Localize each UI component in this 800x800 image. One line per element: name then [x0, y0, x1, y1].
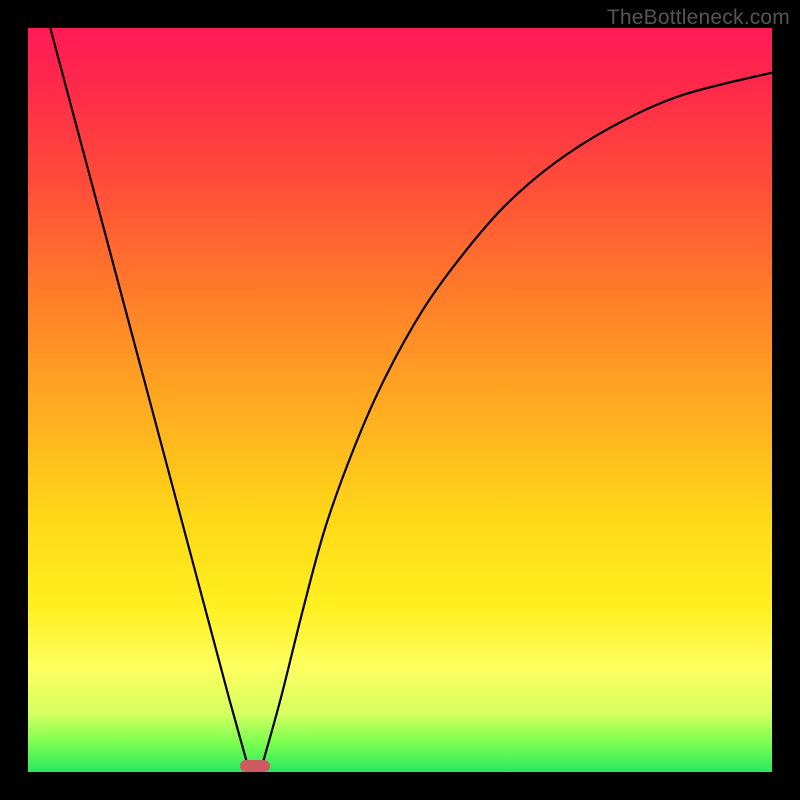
curve-layer: [28, 28, 772, 772]
chart-frame: TheBottleneck.com: [0, 0, 800, 800]
min-marker: [240, 760, 270, 772]
watermark-text: TheBottleneck.com: [607, 6, 790, 30]
left-branch-line: [50, 28, 247, 765]
plot-area: [28, 28, 772, 772]
right-branch-line: [262, 73, 772, 765]
